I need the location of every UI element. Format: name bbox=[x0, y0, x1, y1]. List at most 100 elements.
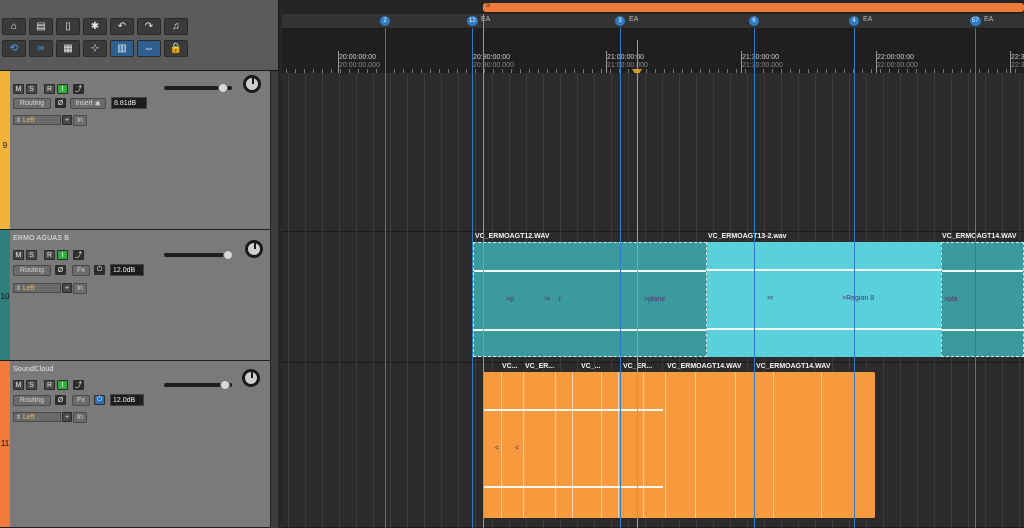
lock-button[interactable]: 🔒 bbox=[164, 40, 188, 57]
mute-button[interactable]: M bbox=[13, 84, 24, 94]
lane-track-11[interactable]: <<VC...VC_ER...VC_...VC_ER...VC_ERMOAGT1… bbox=[282, 363, 1024, 528]
mute-button[interactable]: M bbox=[13, 250, 24, 260]
trim-button[interactable]: ⇔ bbox=[137, 40, 161, 57]
track-lanes[interactable]: VC_ERMOAGT12.WAV VC_ERMOAGT13-2.wav VC_ERM… bbox=[282, 73, 1024, 528]
metronome-button[interactable]: ♫ bbox=[164, 18, 188, 35]
clip-title[interactable]: VC_ERMOAGT12.WAV bbox=[475, 233, 550, 240]
phase-invert-button[interactable]: Ø bbox=[55, 265, 66, 275]
file-button[interactable]: ▯ bbox=[56, 18, 80, 35]
audio-clip[interactable]: < < bbox=[483, 372, 875, 518]
marker-1[interactable]: 2 bbox=[380, 16, 390, 26]
record-arm-button[interactable]: R bbox=[44, 84, 55, 94]
phase-invert-button[interactable]: Ø bbox=[55, 98, 66, 108]
input-select[interactable]: ⇕ Left bbox=[13, 115, 61, 125]
edit-line bbox=[821, 372, 822, 518]
undo-button[interactable]: ↶ bbox=[110, 18, 134, 35]
fx-button[interactable]: Fx bbox=[72, 395, 90, 406]
marker-4[interactable]: 6 bbox=[749, 16, 759, 26]
pan-knob[interactable] bbox=[242, 369, 260, 387]
routing-button[interactable]: Routing bbox=[13, 98, 51, 109]
gain-readout[interactable]: 12.0dB bbox=[110, 394, 144, 406]
clip-title[interactable]: VC... bbox=[502, 363, 518, 370]
marker-5[interactable]: 4 bbox=[849, 16, 859, 26]
gear-button[interactable]: ✱ bbox=[83, 18, 107, 35]
volume-slider[interactable] bbox=[164, 253, 232, 257]
fx-bypass-power-icon[interactable]: ⏻ bbox=[94, 265, 105, 275]
pan-knob[interactable] bbox=[243, 75, 261, 93]
edit-line bbox=[523, 372, 524, 518]
phase-invert-button[interactable]: Ø bbox=[55, 395, 66, 405]
track-scrollbar[interactable] bbox=[270, 71, 278, 230]
track-header-10[interactable]: 10 ERMO AGUAS B M S R I ⤴ Routing Ø Fx ⏻… bbox=[0, 230, 278, 361]
clip-title[interactable]: VC_... bbox=[581, 363, 600, 370]
solo-button[interactable]: S bbox=[26, 84, 37, 94]
insert-button[interactable]: Insert ✱ bbox=[70, 98, 106, 109]
updown-icon: ⇕ bbox=[16, 414, 22, 421]
audio-clip[interactable]: >pla bbox=[941, 242, 1024, 357]
lane-track-10[interactable]: VC_ERMOAGT12.WAV VC_ERMOAGT13-2.wav VC_ERM… bbox=[282, 232, 1024, 363]
range-bar[interactable]: 5 bbox=[282, 0, 1024, 14]
input-select[interactable]: ⇕ Left bbox=[13, 283, 61, 293]
pan-knob[interactable] bbox=[245, 240, 263, 258]
link-button[interactable]: ∞ bbox=[29, 40, 53, 57]
clip-title[interactable]: VC_ERMOAGT13-2.wav bbox=[708, 233, 787, 240]
folder-button[interactable]: ▤ bbox=[29, 18, 53, 35]
grid-button[interactable]: ▦ bbox=[56, 40, 80, 57]
audio-clip[interactable]: >plane >p >r r bbox=[473, 242, 707, 357]
home-button[interactable]: ⌂ bbox=[2, 18, 26, 35]
track-name[interactable]: SoundCloud bbox=[13, 366, 54, 373]
track-scrollbar[interactable] bbox=[270, 230, 278, 361]
timecode-label: 20:30:00:00 20:30:00.000 bbox=[473, 54, 514, 70]
split-button[interactable]: ▥ bbox=[110, 40, 134, 57]
clip-title[interactable]: VC_ERMOAGT14.WAV bbox=[942, 233, 1017, 240]
solo-button[interactable]: S bbox=[26, 380, 37, 390]
snap-button[interactable]: ⊹ bbox=[83, 40, 107, 57]
loop-range-region[interactable]: 5 bbox=[483, 2, 1024, 12]
mute-button[interactable]: M bbox=[13, 380, 24, 390]
grid-line bbox=[424, 73, 425, 232]
in-button[interactable]: In bbox=[73, 115, 87, 126]
marker-2[interactable]: 12 bbox=[467, 16, 478, 26]
track-header-11[interactable]: 11 SoundCloud M S R I ⤴ Routing Ø Fx ⏻ 1… bbox=[0, 361, 278, 528]
volume-slider-handle[interactable] bbox=[220, 380, 230, 390]
fx-button[interactable]: Fx bbox=[72, 265, 90, 276]
automation-icon[interactable]: ⤴ bbox=[73, 250, 84, 260]
gain-readout[interactable]: 12.0dB bbox=[110, 264, 144, 276]
audio-clip[interactable]: >Region 8 >r bbox=[707, 242, 941, 357]
playhead-line[interactable] bbox=[637, 40, 638, 528]
routing-button[interactable]: Routing bbox=[13, 265, 51, 276]
solo-button[interactable]: S bbox=[26, 250, 37, 260]
add-input-button[interactable]: + bbox=[62, 412, 72, 422]
marker-6[interactable]: 57 bbox=[970, 16, 981, 26]
track-name[interactable]: ERMO AGUAS B bbox=[13, 235, 69, 242]
time-ruler[interactable]: 20:00:00:00 20:00:00.000 20:30:00:00 20:30:… bbox=[282, 29, 1024, 102]
arrange-timeline[interactable]: 5 2 12 EA 3 EA 6 4 EA 57 EA 20:00:00:00 20:00:00.0… bbox=[282, 0, 1024, 528]
automation-icon[interactable]: ⤴ bbox=[73, 84, 84, 94]
record-arm-button[interactable]: R bbox=[44, 250, 55, 260]
input-monitor-button[interactable]: I bbox=[57, 250, 68, 260]
gain-readout[interactable]: 8.81dB bbox=[111, 97, 147, 109]
redo-button[interactable]: ↷ bbox=[137, 18, 161, 35]
record-arm-button[interactable]: R bbox=[44, 380, 55, 390]
track-header-9[interactable]: 9 M S R I ⤴ Routing Ø Insert ✱ 8.81dB ⇕ L… bbox=[0, 71, 278, 230]
marker-3[interactable]: 3 bbox=[615, 16, 625, 26]
track-scrollbar[interactable] bbox=[270, 361, 278, 528]
input-select[interactable]: ⇕ Left bbox=[13, 412, 61, 422]
clip-title[interactable]: VC_ERMOAGT14.WAV bbox=[756, 363, 831, 370]
add-input-button[interactable]: + bbox=[62, 283, 72, 293]
add-input-button[interactable]: + bbox=[62, 115, 72, 125]
clip-title[interactable]: VC_ERMOAGT14.WAV bbox=[667, 363, 742, 370]
lane-track-9[interactable] bbox=[282, 73, 1024, 232]
volume-slider-handle[interactable] bbox=[223, 250, 233, 260]
automation-icon[interactable]: ⤴ bbox=[73, 380, 84, 390]
in-button[interactable]: In bbox=[73, 283, 87, 294]
clip-title[interactable]: VC_ER... bbox=[525, 363, 554, 370]
input-monitor-button[interactable]: I bbox=[57, 84, 68, 94]
input-monitor-button[interactable]: I bbox=[57, 380, 68, 390]
loop-button[interactable]: ⟲ bbox=[2, 40, 26, 57]
routing-button[interactable]: Routing bbox=[13, 395, 51, 406]
marker-row[interactable]: 2 12 EA 3 EA 6 4 EA 57 EA bbox=[282, 14, 1024, 29]
volume-slider-handle[interactable] bbox=[218, 83, 228, 93]
in-button[interactable]: In bbox=[73, 412, 87, 423]
fx-bypass-power-icon[interactable]: ⏻ bbox=[94, 395, 105, 405]
